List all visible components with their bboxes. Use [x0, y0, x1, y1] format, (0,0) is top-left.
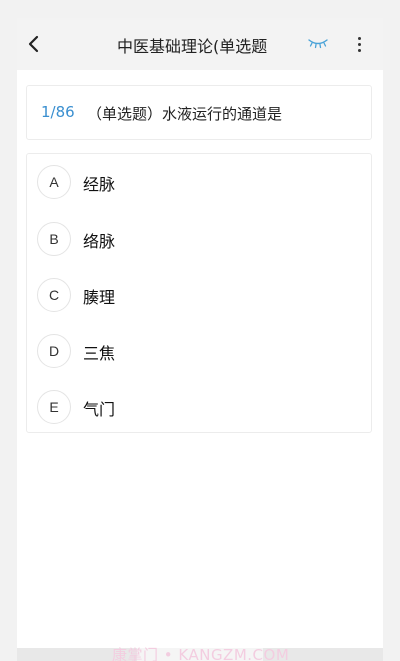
app-screen: 中医基础理论(单选题 1/86 （单选题）水液运行的通道是 A 经脉 B 络脉 — [17, 18, 383, 661]
option-d[interactable]: D 三焦 — [27, 327, 371, 377]
more-menu-button[interactable] — [351, 32, 367, 56]
option-text: 三焦 — [83, 344, 116, 363]
option-a[interactable]: A 经脉 — [27, 158, 371, 208]
question-number: 1/86 — [41, 103, 75, 121]
page-title: 中医基础理论(单选题 — [117, 37, 268, 56]
option-text: 腠理 — [83, 288, 116, 307]
toggle-answer-button[interactable] — [307, 35, 329, 53]
option-c[interactable]: C 腠理 — [27, 271, 371, 321]
option-b[interactable]: B 络脉 — [27, 215, 371, 265]
option-letter: E — [37, 390, 71, 424]
more-vertical-icon — [357, 36, 361, 40]
question-card: 1/86 （单选题）水液运行的通道是 — [26, 85, 372, 140]
option-text: 络脉 — [83, 232, 116, 251]
top-bar: 中医基础理论(单选题 — [17, 18, 383, 70]
option-letter: B — [37, 222, 71, 256]
option-text: 经脉 — [83, 175, 116, 194]
options-list: A 经脉 B 络脉 C 腠理 D 三焦 E 气门 — [26, 153, 372, 433]
option-letter: A — [37, 165, 71, 199]
eye-closed-icon — [308, 39, 328, 49]
question-text: （单选题）水液运行的通道是 — [87, 105, 283, 123]
watermark-text: 康掌门 • KANGZM.COM — [112, 646, 290, 661]
chevron-left-icon — [28, 35, 39, 53]
option-e[interactable]: E 气门 — [27, 383, 371, 433]
back-button[interactable] — [21, 31, 47, 57]
option-text: 气门 — [83, 400, 116, 419]
option-letter: D — [37, 334, 71, 368]
option-letter: C — [37, 278, 71, 312]
